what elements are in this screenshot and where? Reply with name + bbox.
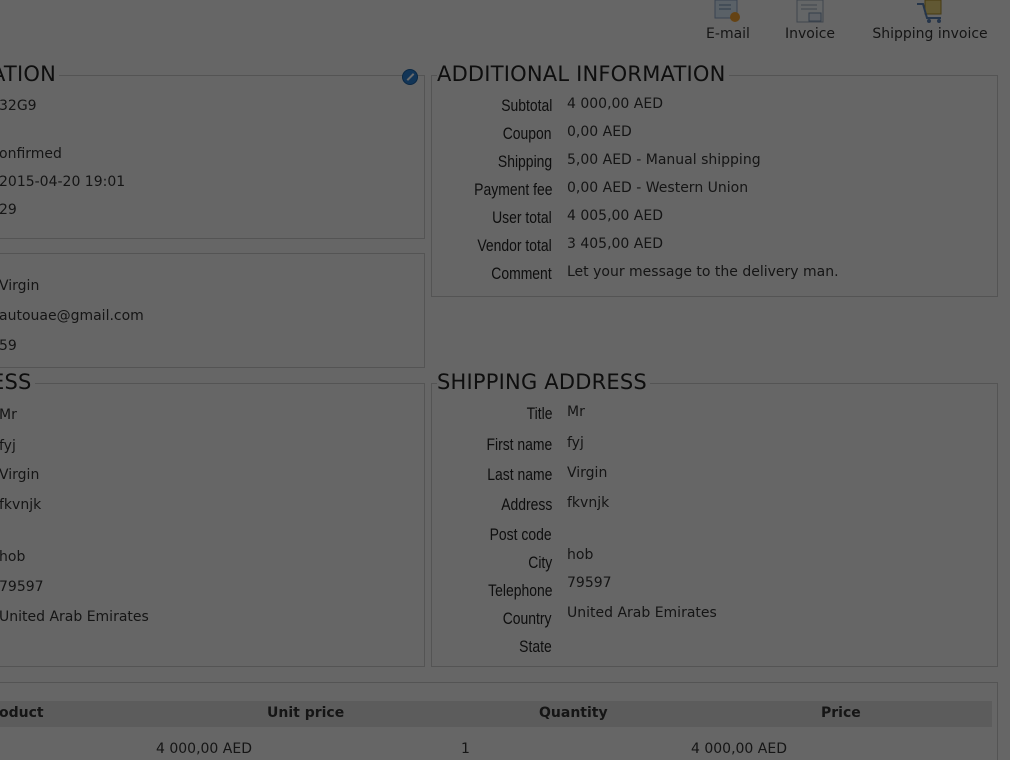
shipping-first-name-row: First name fyj bbox=[432, 435, 997, 463]
user-total-label: User total bbox=[492, 208, 552, 227]
shipping-street-value: fkvnjk bbox=[567, 495, 610, 511]
shipping-first-name-label: First name bbox=[486, 435, 552, 454]
invoice-button[interactable]: Invoice bbox=[775, 0, 845, 42]
products-table: oduct Unit price Quantity Price 4 000,00… bbox=[0, 682, 998, 760]
shipping-title-row: Title Mr bbox=[432, 404, 997, 432]
edit-icon[interactable] bbox=[402, 69, 418, 85]
billing-city-value: hob bbox=[0, 549, 26, 565]
shipping-street-label: Address bbox=[500, 495, 552, 514]
shipping-post-code-label: Post code bbox=[490, 525, 552, 544]
subtotal-value: 4 000,00 AED bbox=[567, 96, 663, 112]
email-button[interactable]: E-mail bbox=[700, 0, 756, 42]
comment-label: Comment bbox=[491, 264, 552, 283]
shipping-telephone-label: Telephone bbox=[487, 581, 552, 600]
customer-id-value: 59 bbox=[0, 338, 17, 354]
shipping-last-name-row: Last name Virgin bbox=[432, 465, 997, 493]
products-table-header: oduct Unit price Quantity Price bbox=[0, 701, 992, 727]
user-total-value: 4 005,00 AED bbox=[567, 208, 663, 224]
vendor-total-value: 3 405,00 AED bbox=[567, 236, 663, 252]
additional-information-legend: ADDITIONAL INFORMATION bbox=[437, 62, 729, 86]
user-total-row: User total 4 005,00 AED bbox=[432, 208, 997, 236]
subtotal-row: Subtotal 4 000,00 AED bbox=[432, 96, 997, 124]
email-icon bbox=[714, 0, 740, 22]
shipping-row: Shipping 5,00 AED - Manual shipping bbox=[432, 152, 997, 180]
order-information-panel: ATION 32G9 onfirmed 2015-04-20 19:01 29 bbox=[0, 62, 425, 239]
row-quantity: 1 bbox=[461, 741, 470, 757]
shipping-title-value: Mr bbox=[567, 404, 585, 420]
shipping-post-code-row: Post code bbox=[432, 525, 997, 553]
shipping-street-row: Address fkvnjk bbox=[432, 495, 997, 523]
invoice-label: Invoice bbox=[784, 26, 836, 42]
shipping-country-row: Country United Arab Emirates bbox=[432, 605, 997, 637]
payment-fee-value: 0,00 AED - Western Union bbox=[567, 180, 749, 196]
unit-price-column-header: Unit price bbox=[267, 705, 345, 721]
comment-value: Let your message to the delivery man. bbox=[567, 264, 839, 280]
shipping-invoice-icon bbox=[917, 0, 942, 23]
shipping-address-panel: SHIPPING ADDRESS Title Mr First name fyj… bbox=[431, 370, 998, 667]
product-column-header: oduct bbox=[0, 705, 44, 721]
row-unit-price: 4 000,00 AED bbox=[156, 741, 252, 757]
quantity-column-header: Quantity bbox=[539, 705, 608, 721]
comment-row: Comment Let your message to the delivery… bbox=[432, 264, 997, 292]
shipping-last-name-label: Last name bbox=[486, 465, 552, 484]
shipping-address-legend: SHIPPING ADDRESS bbox=[437, 370, 650, 394]
coupon-value: 0,00 AED bbox=[567, 124, 632, 140]
shipping-first-name-value: fyj bbox=[567, 435, 584, 451]
shipping-country-value: United Arab Emirates bbox=[567, 605, 717, 621]
shipping-country-label: Country bbox=[503, 609, 552, 628]
coupon-label: Coupon bbox=[503, 124, 552, 143]
billing-address-panel: ESS Mr fyj Virgin fkvnjk hob 79597 Unite… bbox=[0, 370, 425, 667]
shipping-city-value: hob bbox=[567, 547, 594, 563]
shipping-city-label: City bbox=[527, 553, 552, 572]
billing-address-legend: ESS bbox=[0, 370, 35, 394]
order-status-value: onfirmed bbox=[0, 146, 62, 162]
shipping-label: Shipping bbox=[497, 152, 552, 171]
order-date-value: 2015-04-20 19:01 bbox=[0, 174, 126, 190]
row-price: 4 000,00 AED bbox=[691, 741, 787, 757]
customer-email-value: autouae@gmail.com bbox=[0, 308, 144, 324]
email-label: E-mail bbox=[706, 26, 750, 42]
billing-title-value: Mr bbox=[0, 407, 17, 423]
price-column-header: Price bbox=[821, 705, 861, 721]
order-toolbar: E-mail Invoice Shipping invoice bbox=[670, 0, 1010, 56]
billing-address-value: fkvnjk bbox=[0, 497, 42, 513]
billing-telephone-value: 79597 bbox=[0, 579, 44, 595]
billing-country-value: United Arab Emirates bbox=[0, 609, 149, 625]
subtotal-label: Subtotal bbox=[500, 96, 552, 115]
order-number-value: 32G9 bbox=[0, 98, 37, 114]
billing-first-name-value: fyj bbox=[0, 438, 16, 454]
order-id-value: 29 bbox=[0, 202, 17, 218]
vendor-total-label: Vendor total bbox=[477, 236, 552, 255]
shipping-invoice-label: Shipping invoice bbox=[872, 26, 988, 42]
shipping-title-label: Title bbox=[526, 404, 552, 423]
invoice-icon bbox=[796, 0, 824, 23]
payment-fee-row: Payment fee 0,00 AED - Western Union bbox=[432, 180, 997, 208]
shipping-city-row: City hob bbox=[432, 547, 997, 581]
shipping-value: 5,00 AED - Manual shipping bbox=[567, 152, 761, 168]
customer-panel: Virgin autouae@gmail.com 59 bbox=[0, 253, 425, 368]
shipping-invoice-button[interactable]: Shipping invoice bbox=[860, 0, 1000, 42]
payment-fee-label: Payment fee bbox=[473, 180, 552, 199]
customer-name-value: Virgin bbox=[0, 278, 40, 294]
vendor-total-row: Vendor total 3 405,00 AED bbox=[432, 236, 997, 264]
order-information-legend: ATION bbox=[0, 62, 59, 86]
shipping-last-name-value: Virgin bbox=[567, 465, 608, 481]
billing-last-name-value: Virgin bbox=[0, 467, 40, 483]
shipping-state-label: State bbox=[519, 637, 552, 656]
shipping-state-row: State bbox=[432, 637, 997, 665]
coupon-row: Coupon 0,00 AED bbox=[432, 124, 997, 152]
additional-information-panel: ADDITIONAL INFORMATION Subtotal 4 000,00… bbox=[431, 62, 998, 297]
shipping-telephone-value: 79597 bbox=[567, 575, 612, 591]
